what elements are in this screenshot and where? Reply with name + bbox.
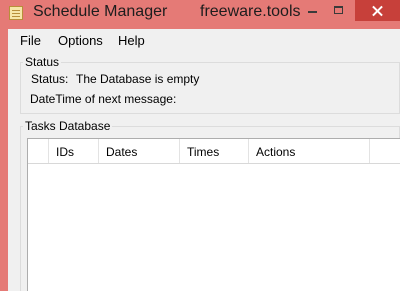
row-header-corner[interactable]: [28, 139, 49, 163]
status-label: Status:: [31, 72, 69, 86]
column-header-actions[interactable]: Actions: [249, 139, 370, 163]
menu-bar: File Options Help: [8, 29, 400, 51]
status-row: Status: The Database is empty: [31, 72, 199, 86]
column-ids-label: IDs: [56, 145, 74, 159]
window-title: Schedule Manager: [33, 3, 168, 20]
column-actions-label: Actions: [256, 145, 296, 159]
title-bar[interactable]: Schedule Manager freeware.tools: [0, 0, 400, 27]
column-header-dates[interactable]: Dates: [99, 139, 180, 163]
menu-file[interactable]: File: [20, 33, 41, 48]
tasks-group-label: Tasks Database: [23, 119, 113, 133]
next-message-label: DateTime of next message:: [30, 92, 177, 106]
tasks-groupbox: Tasks Database IDs Dates Times Actions: [20, 119, 400, 291]
minimize-button[interactable]: [300, 0, 326, 21]
column-dates-label: Dates: [106, 145, 138, 159]
column-header-ids[interactable]: IDs: [49, 139, 99, 163]
app-window: Schedule Manager freeware.tools File Opt…: [0, 0, 400, 291]
close-button[interactable]: [355, 0, 400, 21]
grid-header: IDs Dates Times Actions: [28, 139, 400, 164]
column-header-times[interactable]: Times: [180, 139, 249, 163]
status-group-label: Status: [23, 55, 62, 69]
column-times-label: Times: [187, 145, 220, 159]
next-message-row: DateTime of next message:: [30, 92, 176, 106]
status-value: The Database is empty: [76, 72, 200, 86]
maximize-button[interactable]: [326, 0, 352, 21]
menu-help[interactable]: Help: [118, 33, 145, 48]
client-area: File Options Help Status Status: The Dat…: [8, 29, 400, 291]
schedule-app-icon[interactable]: [9, 6, 23, 20]
menu-options[interactable]: Options: [58, 33, 103, 48]
freeware-watermark: freeware.tools: [200, 3, 301, 20]
tasks-grid[interactable]: IDs Dates Times Actions: [27, 138, 400, 291]
status-groupbox: Status Status: The Database is empty Dat…: [20, 55, 400, 114]
